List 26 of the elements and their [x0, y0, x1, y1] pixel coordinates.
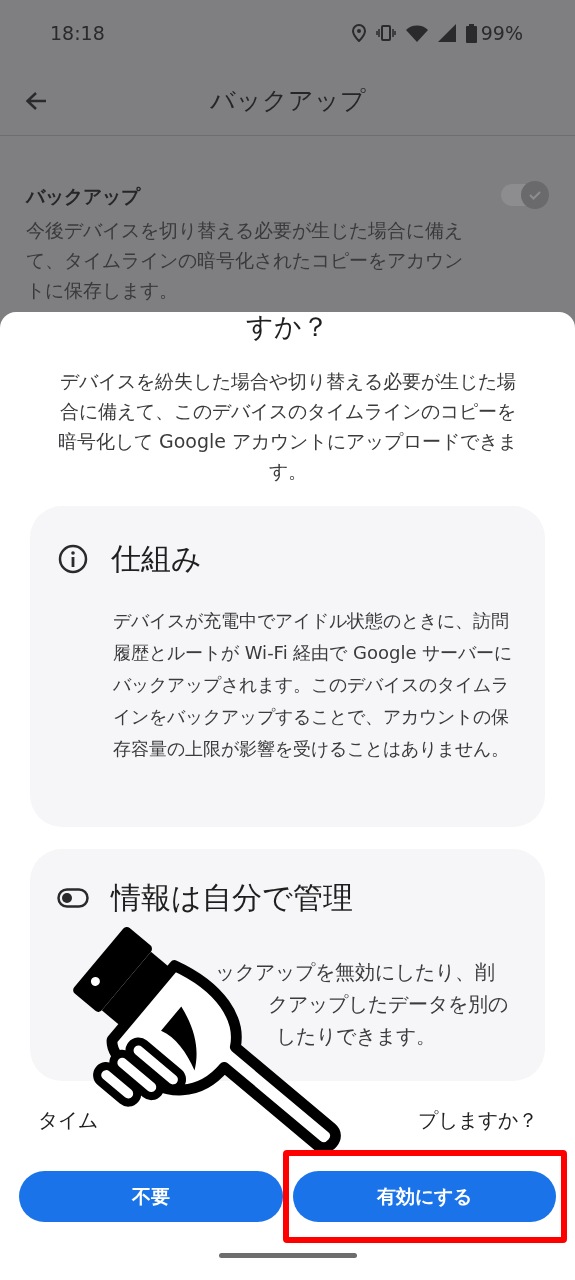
signal-icon — [437, 24, 456, 42]
status-time: 18:18 — [50, 20, 105, 46]
vibrate-icon — [375, 25, 396, 41]
location-icon — [351, 24, 366, 42]
card-body-line: したりできます。 — [276, 1023, 437, 1050]
battery-icon — [465, 23, 477, 43]
backup-switch[interactable] — [501, 184, 549, 206]
dialog-intro: デバイスを紛失した場合や切り替える必要が生じた場合に備えて、このデバイスのタイムラインのコピーを暗号化して Google アカウントにアップロードできます。 — [56, 369, 519, 484]
info-icon — [57, 542, 89, 575]
dialog-button[interactable]: 有効にする — [292, 1171, 556, 1222]
confirm-question: タイム — [37, 1107, 98, 1134]
card-title: 情報は自分で管理 — [111, 879, 353, 917]
dialog-title: すか？ — [246, 312, 329, 342]
back-icon[interactable] — [25, 90, 47, 111]
card-title: 仕組み — [111, 540, 202, 578]
toggle-icon — [57, 887, 89, 908]
dialog-button[interactable]: 不要 — [19, 1171, 283, 1222]
card-body-line: ックアップを無効にしたり、削 — [215, 959, 496, 986]
setting-title: バックアップ — [26, 184, 142, 209]
wifi-icon — [405, 24, 428, 42]
confirm-question: プしますか？ — [417, 1107, 538, 1134]
page-title: バックアップ — [209, 84, 366, 117]
setting-description: 今後デバイスを切り替える必要が生じた場合に備えて、タイムラインの暗号化されたコピーをアカウントに保存します。 — [26, 217, 464, 303]
card-body-line: クアップしたデータを別の — [268, 991, 509, 1018]
card-body: デバイスが充電中でアイドル状態のときに、訪問履歴とルートが Wi-Fi 経由で Google サーバーにバックアップされます。このデバイスのタイムラインをバックアップすることで、アカウントの保存容量の上限が影響を受けることはありません。 — [113, 609, 514, 761]
battery-level: 99% — [480, 20, 523, 46]
